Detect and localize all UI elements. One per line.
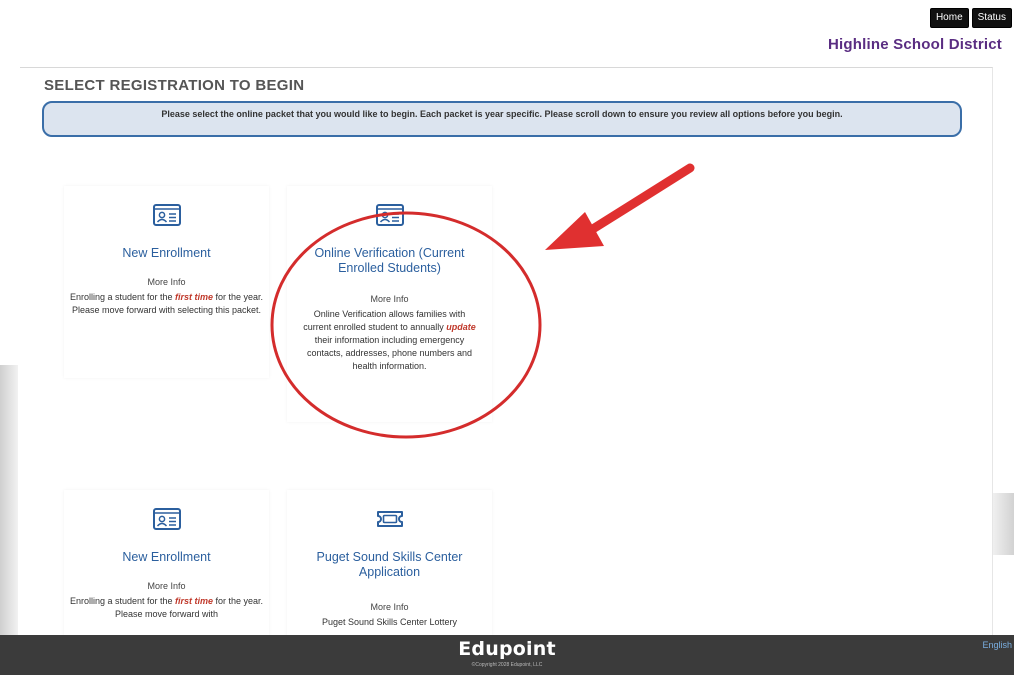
footer: Edupoint ©Copyright 2028 Edupoint, LLC E… — [0, 635, 1014, 675]
language-selector[interactable]: English — [982, 640, 1012, 650]
id-card-icon — [375, 204, 404, 226]
card-description: Online Verification allows families with… — [303, 309, 476, 371]
edupoint-logo: Edupoint — [458, 638, 556, 660]
status-button[interactable]: Status — [971, 8, 1012, 28]
district-name: Highline School District — [828, 36, 1002, 53]
left-scroll-shadow — [0, 365, 18, 635]
packet-card-new-enrollment[interactable]: New Enrollment More Info Enrolling a stu… — [64, 186, 269, 378]
id-card-icon — [152, 508, 181, 530]
more-info-link[interactable]: More Info — [64, 277, 269, 287]
copyright-text: ©Copyright 2028 Edupoint, LLC — [471, 662, 543, 668]
card-title: New Enrollment — [122, 550, 211, 564]
card-title: Puget Sound Skills Center Application — [316, 550, 463, 579]
packet-card-online-verification[interactable]: Online Verification (Current Enrolled St… — [287, 186, 492, 422]
section-title: SELECT REGISTRATION TO BEGIN — [44, 77, 305, 94]
card-description: Puget Sound Skills Center Lottery — [321, 617, 458, 627]
instructions-notice: Please select the online packet that you… — [42, 101, 962, 137]
home-button[interactable]: Home — [929, 8, 969, 28]
page: Home Status Highline School District SEL… — [0, 0, 1014, 675]
card-description: Enrolling a student for the first time f… — [69, 292, 264, 315]
card-title: New Enrollment — [122, 246, 211, 260]
right-scroll-shadow — [992, 493, 1014, 555]
more-info-link[interactable]: More Info — [287, 294, 492, 304]
card-description: Enrolling a student for the first time f… — [69, 596, 264, 619]
id-card-icon — [152, 204, 181, 226]
more-info-link[interactable]: More Info — [287, 602, 492, 612]
packet-card-puget-sound[interactable]: Puget Sound Skills Center Application Mo… — [287, 490, 492, 652]
ticket-icon — [376, 511, 403, 527]
more-info-link[interactable]: More Info — [64, 581, 269, 591]
card-title: Online Verification (Current Enrolled St… — [314, 246, 465, 275]
packet-card-new-enrollment-2[interactable]: New Enrollment More Info Enrolling a stu… — [64, 490, 269, 652]
top-nav: Home Status — [929, 8, 1012, 28]
